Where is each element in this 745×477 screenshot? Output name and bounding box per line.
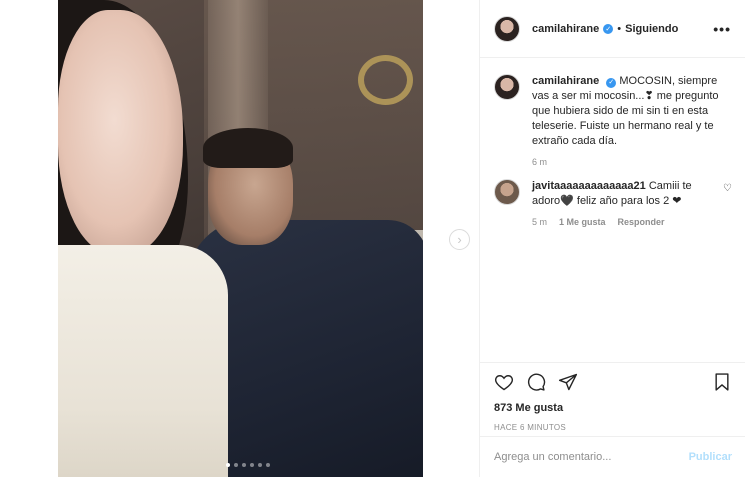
- reply-link[interactable]: Responder: [618, 217, 665, 227]
- post-side-panel: camilahirane ✓ • Siguiendo ••• camilahir…: [479, 0, 745, 477]
- author-username[interactable]: camilahirane: [532, 23, 599, 35]
- comments-section[interactable]: camilahirane ✓ MOCOSIN, siempre vas a se…: [480, 58, 745, 362]
- caption-row: camilahirane ✓ MOCOSIN, siempre vas a se…: [494, 74, 732, 149]
- post-photo[interactable]: [58, 0, 423, 477]
- post-date[interactable]: HACE 6 MINUTOS: [494, 423, 732, 432]
- photo-man-hair: [203, 128, 293, 168]
- caption-avatar[interactable]: [494, 74, 520, 100]
- like-comment-heart-icon[interactable]: ♡: [723, 183, 732, 194]
- add-comment-bar: Agrega un comentario... Publicar: [480, 436, 745, 477]
- comment-icon[interactable]: [526, 372, 546, 392]
- verified-badge-icon: ✓: [603, 23, 614, 34]
- share-icon[interactable]: [558, 372, 578, 392]
- caption-timestamp: 6 m: [532, 157, 548, 167]
- carousel-dot: [242, 463, 246, 467]
- action-icons: [494, 371, 732, 393]
- post-caption: camilahirane ✓ MOCOSIN, siempre vas a se…: [532, 74, 722, 149]
- header-separator: •: [617, 22, 622, 35]
- next-slide-button[interactable]: ›: [449, 229, 470, 250]
- carousel-dot: [250, 463, 254, 467]
- photo-woman-face: [58, 10, 183, 255]
- verified-badge-icon: ✓: [606, 77, 617, 88]
- carousel-dot: [266, 463, 270, 467]
- commenter-username[interactable]: javitaaaaaaaaaaaaa21: [532, 180, 646, 192]
- carousel-dot: [258, 463, 262, 467]
- carousel-dot: [234, 463, 238, 467]
- photo-lamp: [358, 55, 413, 105]
- author-avatar[interactable]: [494, 15, 520, 42]
- heart-icon[interactable]: [494, 372, 514, 392]
- publish-button[interactable]: Publicar: [689, 451, 732, 463]
- carousel-indicators: [226, 463, 270, 467]
- comment-row: javitaaaaaaaaaaaaa21 Camiii te adoro🖤 fe…: [494, 179, 732, 209]
- comment-input[interactable]: Agrega un comentario...: [494, 451, 689, 463]
- following-button[interactable]: Siguiendo: [625, 23, 678, 35]
- comment-body: javitaaaaaaaaaaaaa21 Camiii te adoro🖤 fe…: [532, 179, 707, 209]
- comment-meta: 5 m 1 Me gusta Responder: [532, 217, 732, 227]
- comment-timestamp: 5 m: [532, 217, 548, 227]
- likes-count[interactable]: 873 Me gusta: [494, 402, 732, 414]
- comment-likes-link[interactable]: 1 Me gusta: [559, 217, 606, 227]
- post-header: camilahirane ✓ • Siguiendo •••: [480, 0, 745, 58]
- bookmark-icon[interactable]: [712, 372, 732, 392]
- carousel-dot: [226, 463, 230, 467]
- commenter-avatar[interactable]: [494, 179, 520, 205]
- post-actions: 873 Me gusta HACE 6 MINUTOS: [480, 362, 745, 436]
- photo-robe: [58, 245, 228, 477]
- chevron-right-icon: ›: [457, 232, 462, 247]
- more-options-icon[interactable]: •••: [713, 21, 731, 37]
- caption-username[interactable]: camilahirane: [532, 75, 599, 87]
